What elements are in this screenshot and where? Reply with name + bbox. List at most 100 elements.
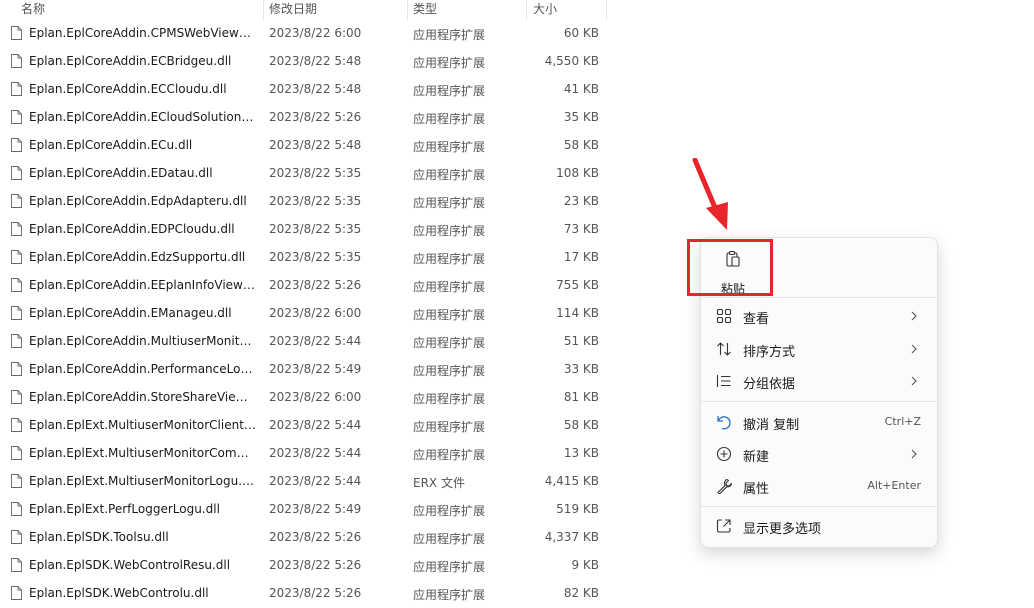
file-type: 应用程序扩展 bbox=[413, 224, 486, 238]
file-size: 35 KB bbox=[563, 110, 599, 124]
column-divider[interactable] bbox=[407, 0, 408, 20]
menu-item-label: 排序方式 bbox=[743, 345, 796, 360]
menu-item-label: 分组依据 bbox=[743, 377, 796, 392]
menu-item-group-by[interactable]: 分组依据 bbox=[705, 366, 933, 396]
file-size: 60 KB bbox=[563, 26, 599, 40]
column-divider[interactable] bbox=[526, 0, 527, 20]
file-size: 51 KB bbox=[563, 334, 599, 348]
file-size: 81 KB bbox=[563, 390, 599, 404]
file-date: 2023/8/22 5:48 bbox=[269, 82, 362, 96]
column-type-header[interactable]: 类型 bbox=[413, 1, 437, 19]
file-date: 2023/8/22 5:35 bbox=[269, 166, 362, 180]
wrench-icon bbox=[717, 478, 732, 494]
chevron-right-icon bbox=[911, 449, 917, 459]
file-date: 2023/8/22 5:26 bbox=[269, 530, 362, 544]
column-date-header[interactable]: 修改日期 bbox=[269, 1, 317, 19]
file-type: 应用程序扩展 bbox=[413, 504, 486, 518]
file-row[interactable]: Eplan.EplCoreAddin.ECu.dll 2023/8/22 5:48… bbox=[0, 132, 620, 160]
file-type: ERX 文件 bbox=[413, 476, 465, 490]
file-row[interactable]: Eplan.EplCoreAddin.CPMSWebViewu... 2023/8… bbox=[0, 20, 620, 48]
file-name: Eplan.EplCoreAddin.EdzSupportu.dll bbox=[29, 250, 246, 264]
column-name-header[interactable]: 名称 bbox=[21, 1, 45, 19]
file-row[interactable]: Eplan.EplSDK.WebControlu.dll 2023/8/22 5:… bbox=[0, 580, 620, 608]
file-type: 应用程序扩展 bbox=[413, 336, 486, 350]
menu-separator bbox=[701, 401, 937, 402]
sort-icon bbox=[717, 342, 731, 356]
file-row[interactable]: Eplan.EplCoreAddin.EEplanInfoViewu... 202… bbox=[0, 272, 620, 300]
file-icon bbox=[11, 278, 22, 292]
file-date: 2023/8/22 5:48 bbox=[269, 54, 362, 68]
file-icon bbox=[11, 558, 22, 572]
file-row[interactable]: Eplan.EplCoreAddin.EdpAdapteru.dll 2023/8… bbox=[0, 188, 620, 216]
file-row[interactable]: Eplan.EplCoreAddin.ECCloudu.dll 2023/8/22… bbox=[0, 76, 620, 104]
file-row[interactable]: Eplan.EplExt.PerfLoggerLogu.dll 2023/8/22… bbox=[0, 496, 620, 524]
file-row[interactable]: Eplan.EplCoreAddin.MultiuserMonito... 202… bbox=[0, 328, 620, 356]
file-type: 应用程序扩展 bbox=[413, 588, 486, 602]
file-name: Eplan.EplCoreAddin.EDPCloudu.dll bbox=[29, 222, 235, 236]
file-icon bbox=[11, 446, 22, 460]
menu-item-label: 查看 bbox=[743, 312, 770, 327]
file-row[interactable]: Eplan.EplCoreAddin.ECloudSolutions... 202… bbox=[0, 104, 620, 132]
file-type: 应用程序扩展 bbox=[413, 196, 486, 210]
file-icon bbox=[11, 530, 22, 544]
file-row[interactable]: Eplan.EplCoreAddin.EDatau.dll 2023/8/22 5… bbox=[0, 160, 620, 188]
file-size: 82 KB bbox=[563, 586, 599, 600]
menu-item-new[interactable]: 新建 bbox=[705, 439, 933, 469]
file-row[interactable]: Eplan.EplCoreAddin.EdzSupportu.dll 2023/8… bbox=[0, 244, 620, 272]
file-row[interactable]: Eplan.EplExt.MultiuserMonitorLogu.erx 202… bbox=[0, 468, 620, 496]
menu-item-show-more-options[interactable]: 显示更多选项 bbox=[705, 511, 933, 541]
column-divider[interactable] bbox=[263, 0, 264, 20]
file-size: 33 KB bbox=[563, 362, 599, 376]
menu-item-label: 撤消 复制 bbox=[743, 418, 800, 433]
show-more-icon bbox=[716, 519, 731, 533]
file-icon bbox=[11, 26, 22, 40]
file-name: Eplan.EplExt.MultiuserMonitorComm... bbox=[29, 446, 257, 460]
file-size: 13 KB bbox=[563, 446, 599, 460]
file-row[interactable]: Eplan.EplCoreAddin.EManageu.dll 2023/8/22… bbox=[0, 300, 620, 328]
file-type: 应用程序扩展 bbox=[413, 392, 486, 406]
file-date: 2023/8/22 5:35 bbox=[269, 250, 362, 264]
file-date: 2023/8/22 5:49 bbox=[269, 502, 362, 516]
file-icon bbox=[11, 250, 22, 264]
menu-item-undo-copy[interactable]: 撤消 复制 Ctrl+Z bbox=[705, 407, 933, 437]
file-date: 2023/8/22 6:00 bbox=[269, 306, 362, 320]
file-row[interactable]: Eplan.EplSDK.WebControlResu.dll 2023/8/22… bbox=[0, 552, 620, 580]
menu-item-label: 新建 bbox=[743, 450, 770, 465]
file-row[interactable]: Eplan.EplExt.MultiuserMonitorClientu... 2… bbox=[0, 412, 620, 440]
column-header: 名称 修改日期 类型 大小 bbox=[0, 0, 608, 20]
file-type: 应用程序扩展 bbox=[413, 448, 486, 462]
column-divider[interactable] bbox=[606, 0, 607, 20]
file-type: 应用程序扩展 bbox=[413, 84, 486, 98]
file-icon bbox=[11, 110, 22, 124]
file-row[interactable]: Eplan.EplSDK.Toolsu.dll 2023/8/22 5:26 应用程… bbox=[0, 524, 620, 552]
file-name: Eplan.EplSDK.WebControlu.dll bbox=[29, 586, 209, 600]
file-name: Eplan.EplExt.MultiuserMonitorClientu... bbox=[29, 418, 257, 432]
file-date: 2023/8/22 5:35 bbox=[269, 222, 362, 236]
menu-item-sort[interactable]: 排序方式 bbox=[705, 334, 933, 364]
file-row[interactable]: Eplan.EplCoreAddin.ECBridgeu.dll 2023/8/2… bbox=[0, 48, 620, 76]
file-row[interactable]: Eplan.EplCoreAddin.StoreShareViewu... 202… bbox=[0, 384, 620, 412]
file-date: 2023/8/22 5:26 bbox=[269, 278, 362, 292]
file-type: 应用程序扩展 bbox=[413, 364, 486, 378]
file-icon bbox=[11, 82, 22, 96]
file-date: 2023/8/22 6:00 bbox=[269, 26, 362, 40]
column-size-header[interactable]: 大小 bbox=[533, 1, 557, 19]
file-icon bbox=[11, 586, 22, 600]
file-type: 应用程序扩展 bbox=[413, 252, 486, 266]
menu-item-properties[interactable]: 属性 Alt+Enter bbox=[705, 471, 933, 501]
chevron-right-icon bbox=[911, 344, 917, 354]
file-size: 4,415 KB bbox=[544, 474, 599, 488]
file-size: 755 KB bbox=[556, 278, 599, 292]
file-row[interactable]: Eplan.EplCoreAddin.PerformanceLog... 2023… bbox=[0, 356, 620, 384]
file-name: Eplan.EplCoreAddin.EEplanInfoViewu... bbox=[29, 278, 257, 292]
chevron-right-icon bbox=[911, 311, 917, 321]
file-size: 73 KB bbox=[563, 222, 599, 236]
file-name: Eplan.EplCoreAddin.PerformanceLog... bbox=[29, 362, 257, 376]
file-name: Eplan.EplSDK.WebControlResu.dll bbox=[29, 558, 231, 572]
annotation-arrow bbox=[692, 158, 728, 230]
file-row[interactable]: Eplan.EplExt.MultiuserMonitorComm... 2023… bbox=[0, 440, 620, 468]
file-row[interactable]: Eplan.EplCoreAddin.EDPCloudu.dll 2023/8/2… bbox=[0, 216, 620, 244]
menu-item-label: 属性 bbox=[743, 482, 770, 497]
undo-icon bbox=[717, 416, 731, 430]
menu-item-view[interactable]: 查看 bbox=[705, 301, 933, 331]
